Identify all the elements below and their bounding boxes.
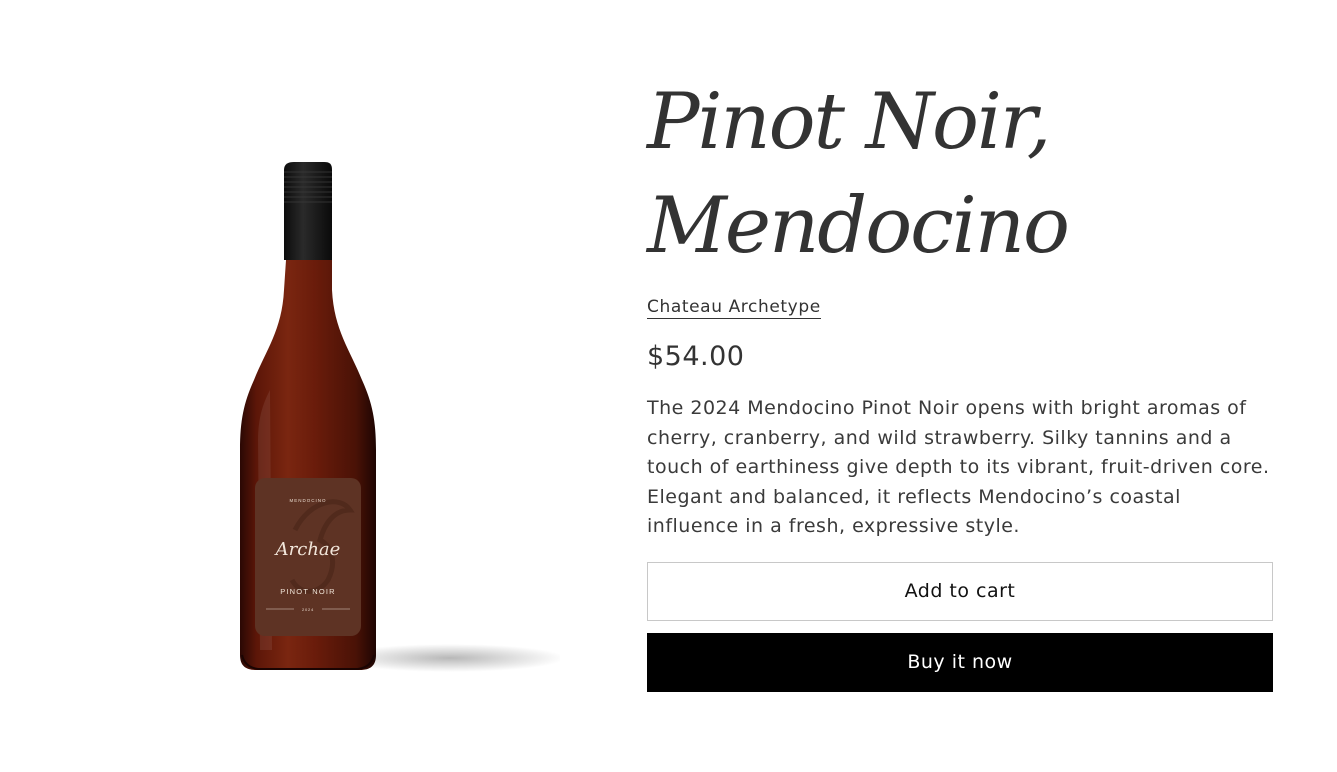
product-info: Pinot Noir, Mendocino Chateau Archetype … [647,70,1273,692]
buy-now-label: Buy it now [907,651,1013,673]
label-vintage: 2024 [302,607,314,612]
add-to-cart-button[interactable]: Add to cart [647,561,1273,621]
label-region: MENDOCINO [290,498,327,503]
product-price: $54.00 [647,341,745,372]
product-title-line-1: Pinot Noir, [647,77,1051,167]
label-varietal: PINOT NOIR [280,587,336,596]
vendor-link[interactable]: Chateau Archetype [647,296,821,319]
buy-now-button[interactable]: Buy it now [647,632,1273,692]
product-title: Pinot Noir, Mendocino [647,70,1273,278]
label-brand: Archae [274,539,341,560]
product-description: The 2024 Mendocino Pinot Noir opens with… [647,397,1270,537]
product-title-line-2: Mendocino [647,181,1070,271]
product-media: MENDOCINO Archae PINOT NOIR 2024 [0,0,610,772]
wine-bottle-image[interactable]: MENDOCINO Archae PINOT NOIR 2024 [200,150,560,690]
add-to-cart-label: Add to cart [904,580,1016,602]
